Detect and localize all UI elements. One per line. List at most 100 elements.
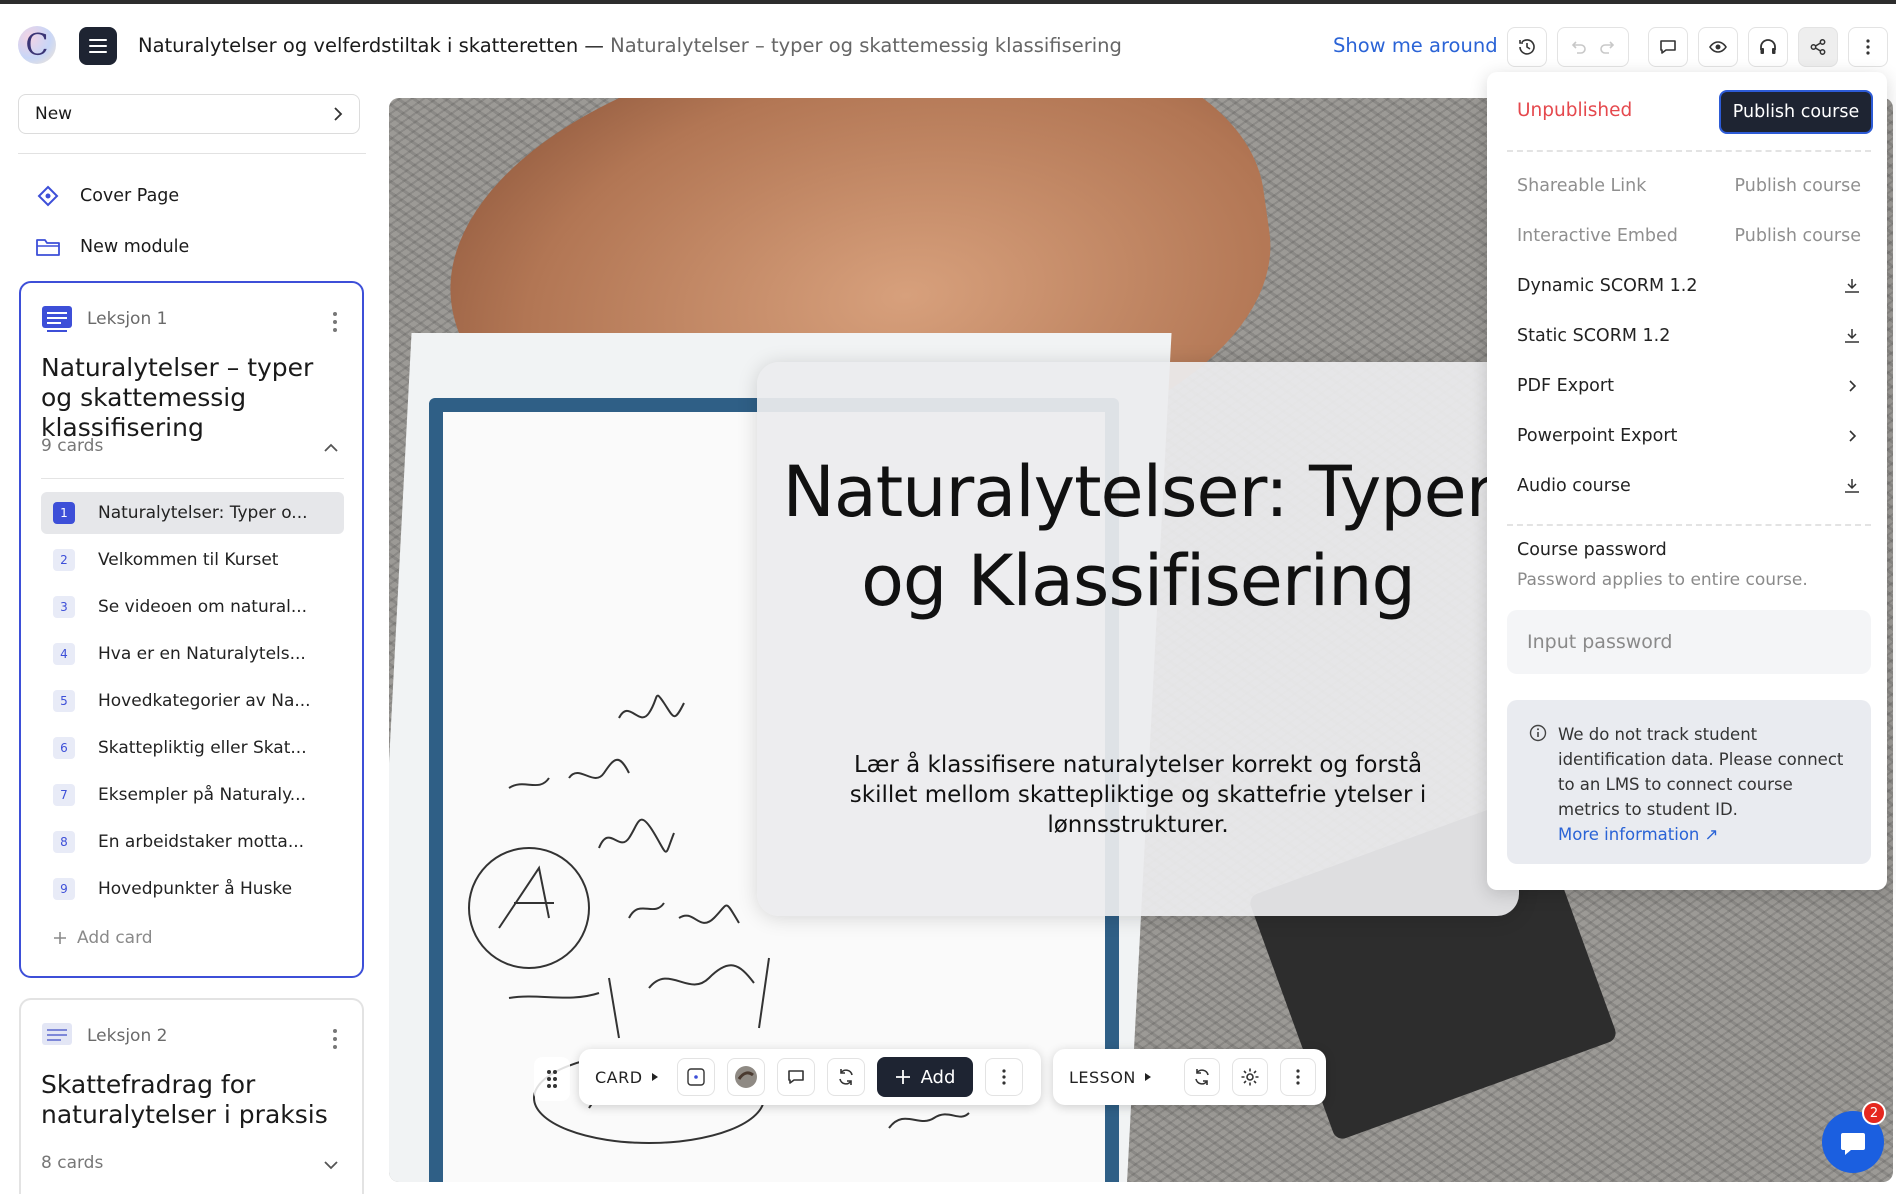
audio-button[interactable] [1748,27,1788,67]
kebab-icon [1866,39,1870,55]
lesson-card-2[interactable]: Leksjon 2 Skattefradrag for naturalytels… [19,998,364,1194]
refresh-icon [838,1069,853,1085]
share-button[interactable] [1798,27,1838,67]
row-label: Powerpoint Export [1517,426,1678,446]
cover-text-box[interactable]: Naturalytelser: Typer og Klassifisering … [757,362,1519,916]
card-item[interactable]: 1 Naturalytelser: Typer o... [41,492,344,534]
row-label: Interactive Embed [1517,226,1678,246]
more-options-button[interactable] [1848,27,1888,67]
chat-icon [1841,1133,1865,1155]
layout-button[interactable] [676,1058,715,1096]
add-card-button[interactable]: Add card [53,928,153,948]
card-number: 5 [53,690,75,712]
pdf-export-row[interactable]: PDF Export [1517,376,1861,396]
lesson-menu-icon[interactable] [332,1029,338,1049]
card-item[interactable]: 7 Eksempler på Naturaly... [41,774,344,816]
audio-course-row[interactable]: Audio course [1517,476,1861,496]
folder-icon [36,239,60,256]
card-label: CARD [595,1067,643,1087]
comments-button[interactable] [1648,27,1688,67]
lesson-header: Leksjon 2 [41,1022,167,1050]
info-text: We do not track student identification d… [1558,725,1844,819]
card-toolbar: CARD Add [579,1049,1041,1105]
undo-icon[interactable] [1568,37,1588,57]
background-image-button[interactable] [726,1058,765,1096]
diamond-icon [37,185,59,207]
new-button[interactable]: New [18,94,360,134]
history-button[interactable] [1507,27,1547,67]
shareable-link-row: Shareable Link Publish course [1517,176,1861,196]
static-scorm-row[interactable]: Static SCORM 1.2 [1517,326,1861,346]
row-label: Static SCORM 1.2 [1517,326,1671,346]
lesson-title[interactable]: Naturalytelser – typer og skattemessig k… [41,353,351,443]
chevron-down-icon[interactable] [324,1160,338,1170]
row-label: Shareable Link [1517,176,1647,196]
card-number: 9 [53,878,75,900]
card-item[interactable]: 5 Hovedkategorier av Na... [41,680,344,722]
share-icon [1810,39,1826,55]
new-label: New [35,104,73,124]
card-title: Se videoen om natural... [98,597,308,617]
lesson-menu-icon[interactable] [332,312,338,332]
add-card-label: Add card [77,928,153,948]
card-more-button[interactable] [985,1058,1024,1096]
redo-icon[interactable] [1598,37,1618,57]
lesson-title[interactable]: Skattefradrag for naturalytelser i praks… [41,1070,351,1130]
chevron-right-icon [334,107,343,121]
powerpoint-export-row[interactable]: Powerpoint Export [1517,426,1861,446]
lesson-label: Leksjon 2 [87,1026,168,1046]
caret-right-icon [651,1073,658,1081]
publish-course-button[interactable]: Publish course [1719,90,1873,134]
lesson-header: Leksjon 1 [41,305,167,333]
new-module-label: New module [80,237,190,257]
course-title[interactable]: Naturalytelser og velferdstiltak i skatt… [138,34,578,57]
add-button[interactable]: Add [876,1057,974,1097]
card-number: 3 [53,596,75,618]
breadcrumb-separator: — [578,34,611,57]
card-menu[interactable]: CARD [589,1068,665,1087]
app-logo[interactable]: C [18,26,56,64]
lesson-toolbar: LESSON [1053,1049,1326,1105]
card-count: 9 cards [41,436,104,456]
password-input[interactable] [1507,610,1871,674]
lesson-card-1[interactable]: Leksjon 1 Naturalytelser – typer og skat… [19,281,364,978]
comment-icon [1660,40,1676,54]
chevron-right-icon [1849,380,1857,392]
drag-handle[interactable] [534,1057,570,1101]
cover-title[interactable]: Naturalytelser: Typer og Klassifisering [757,448,1519,626]
card-item[interactable]: 8 En arbeidstaker motta... [41,821,344,863]
preview-button[interactable] [1698,27,1738,67]
image-thumbnail-icon [734,1066,757,1088]
card-item[interactable]: 4 Hva er en Naturalytels... [41,633,344,675]
menu-button[interactable] [79,27,117,65]
dynamic-scorm-row[interactable]: Dynamic SCORM 1.2 [1517,276,1861,296]
card-title: En arbeidstaker motta... [98,832,305,852]
card-item[interactable]: 9 Hovedpunkter å Huske [41,868,344,910]
cover-page-label: Cover Page [80,186,180,206]
lesson-menu[interactable]: LESSON [1063,1068,1158,1087]
row-label: Audio course [1517,476,1631,496]
lesson-label: Leksjon 1 [87,309,168,329]
more-information-link[interactable]: More information ↗ [1558,825,1718,844]
lesson-title[interactable]: Naturalytelser – typer og skattemessig k… [610,34,1122,57]
lesson-more-button[interactable] [1279,1058,1316,1096]
share-panel: Unpublished Publish course Shareable Lin… [1487,72,1887,890]
card-number: 8 [53,831,75,853]
card-item[interactable]: 6 Skattepliktig eller Skat... [41,727,344,769]
regenerate-card-button[interactable] [826,1058,865,1096]
cover-subtitle[interactable]: Lær å klassifisere naturalytelser korrek… [817,750,1459,840]
lesson-settings-button[interactable] [1231,1058,1268,1096]
comment-icon [787,1070,804,1084]
comment-button[interactable] [776,1058,815,1096]
divider [41,478,344,479]
card-item[interactable]: 2 Velkommen til Kurset [41,539,344,581]
show-me-around-link[interactable]: Show me around [1333,34,1498,57]
download-icon [1845,279,1859,293]
regenerate-lesson-button[interactable] [1183,1058,1220,1096]
card-item[interactable]: 3 Se videoen om natural... [41,586,344,628]
card-number: 4 [53,643,75,665]
lesson-icon [42,306,72,332]
chevron-up-icon[interactable] [324,443,338,453]
new-module-item[interactable]: New module [34,235,189,259]
cover-page-item[interactable]: Cover Page [34,184,179,208]
